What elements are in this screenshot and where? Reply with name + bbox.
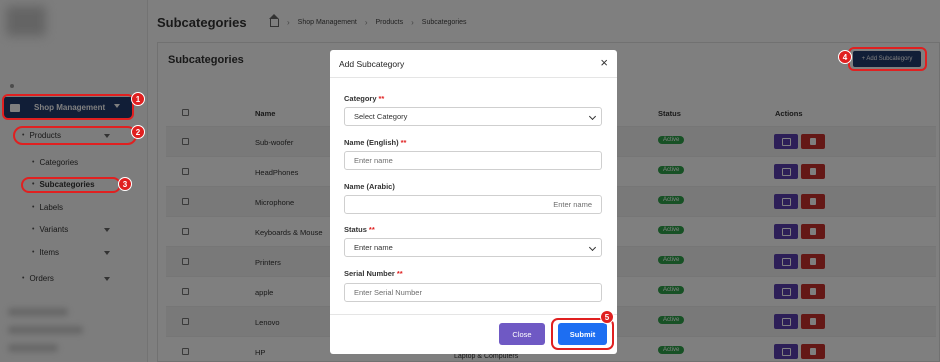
chevron-down-icon: [588, 112, 597, 121]
field-label-text: Serial Number: [344, 269, 395, 278]
step-marker-4: 4: [838, 50, 852, 64]
name-arabic-label: Name (Arabic): [344, 182, 395, 191]
status-label: Status **: [344, 225, 375, 234]
modal-title: Add Subcategory: [339, 59, 405, 69]
add-subcategory-modal: Add Subcategory × Category ** Select Cate…: [330, 50, 617, 354]
chevron-down-icon: [588, 243, 597, 252]
close-button[interactable]: Close: [499, 323, 545, 345]
highlight-ring: [848, 47, 927, 71]
modal-header: Add Subcategory ×: [330, 50, 617, 78]
status-select[interactable]: Enter name: [344, 238, 602, 257]
step-marker-3: 3: [118, 177, 132, 191]
highlight-ring: [2, 94, 134, 120]
category-label: Category **: [344, 94, 384, 103]
name-english-label: Name (English) **: [344, 138, 406, 147]
select-value: Select Category: [354, 112, 408, 121]
category-select[interactable]: Select Category: [344, 107, 602, 126]
required-marker: **: [378, 94, 385, 103]
highlight-ring: [21, 177, 121, 193]
step-marker-5: 5: [600, 310, 614, 324]
field-label-text: Name (Arabic): [344, 182, 395, 191]
required-marker: **: [368, 225, 375, 234]
required-marker: **: [396, 269, 403, 278]
name-english-field[interactable]: Enter name: [344, 151, 602, 170]
step-marker-1: 1: [131, 92, 145, 106]
required-marker: **: [400, 138, 407, 147]
field-label-text: Category: [344, 94, 377, 103]
name-arabic-field[interactable]: Enter name: [344, 195, 602, 214]
serial-number-label: Serial Number **: [344, 269, 403, 278]
field-label-text: Name (English): [344, 138, 399, 147]
modal-footer-divider: [330, 314, 617, 315]
highlight-ring: [13, 126, 137, 145]
serial-number-field[interactable]: Enter Serial Number: [344, 283, 602, 302]
step-marker-2: 2: [131, 125, 145, 139]
field-label-text: Status: [344, 225, 367, 234]
close-icon[interactable]: ×: [600, 56, 608, 69]
select-value: Enter name: [354, 243, 393, 252]
